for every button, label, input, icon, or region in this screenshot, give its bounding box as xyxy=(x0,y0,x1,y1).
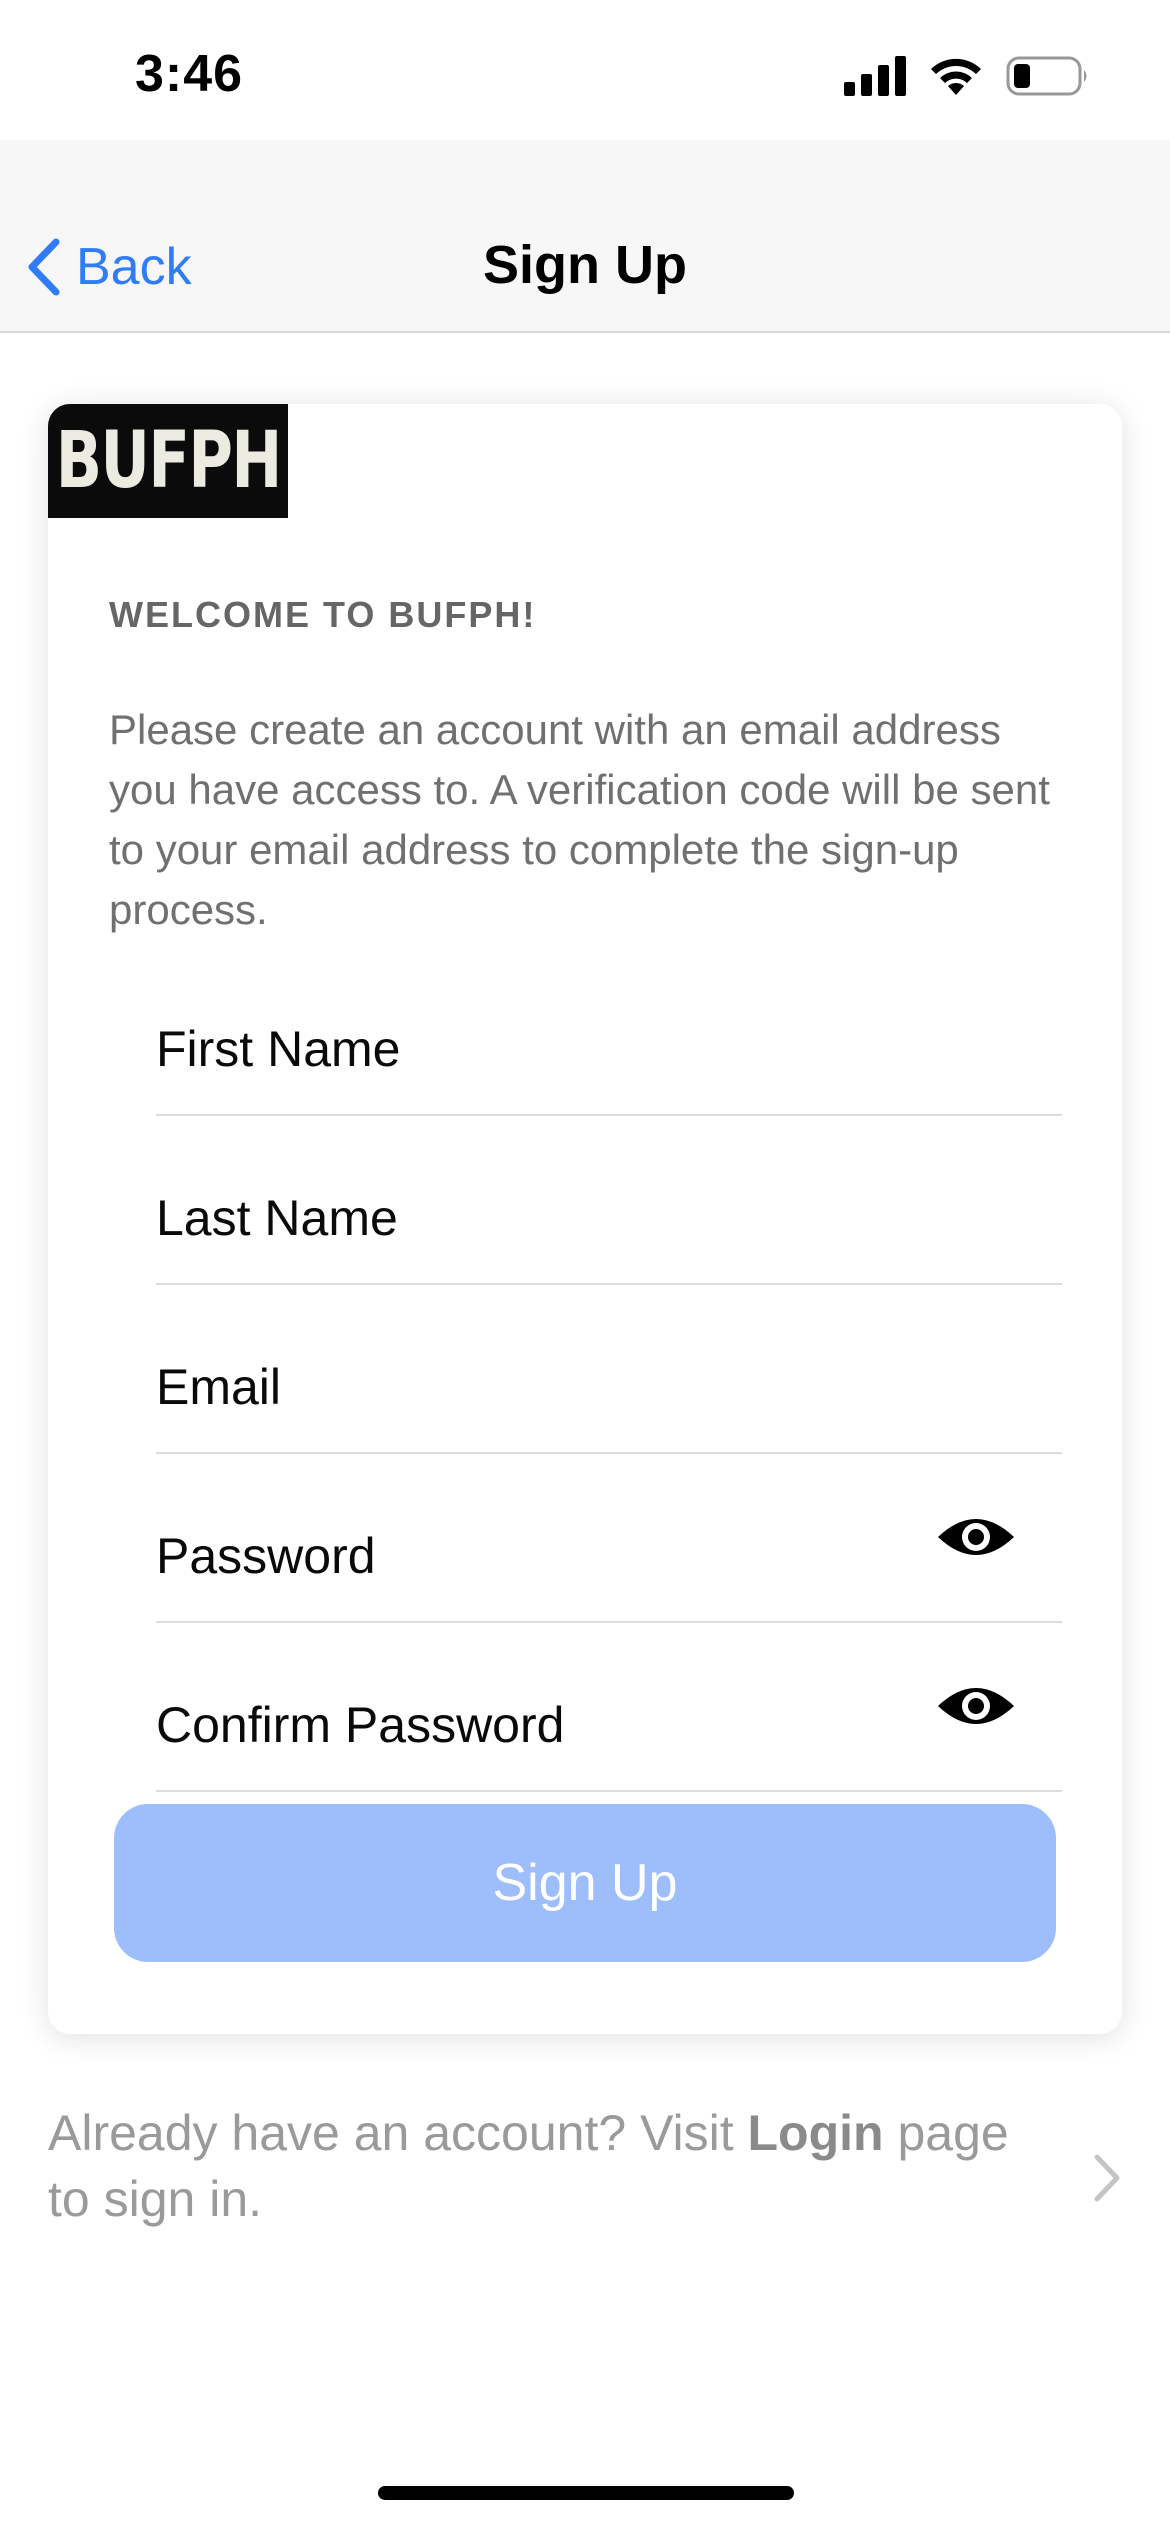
signup-card: BUFPH WELCOME TO BUFPH! Please create an… xyxy=(48,404,1122,2034)
login-prompt-prefix: Already have an account? Visit xyxy=(48,2105,748,2161)
home-indicator xyxy=(378,2486,794,2500)
first-name-field[interactable]: First Name xyxy=(156,946,1062,1116)
login-link-row[interactable]: Already have an account? Visit Login pag… xyxy=(48,2100,1122,2240)
cellular-signal-icon xyxy=(844,56,906,96)
logo: BUFPH xyxy=(48,404,288,518)
navigation-bar: Back Sign Up xyxy=(0,140,1170,333)
sign-up-button-label: Sign Up xyxy=(492,1854,678,1912)
welcome-heading: WELCOME TO BUFPH! xyxy=(109,594,537,635)
eye-icon[interactable] xyxy=(936,1509,1016,1565)
wifi-icon xyxy=(931,58,981,95)
password-field[interactable]: Password xyxy=(156,1453,1062,1623)
last-name-placeholder: Last Name xyxy=(156,1190,398,1246)
status-bar: 3:46 xyxy=(0,0,1170,140)
logo-text: BUFPH xyxy=(55,416,282,506)
confirm-password-field[interactable]: Confirm Password xyxy=(156,1622,1062,1792)
last-name-field[interactable]: Last Name xyxy=(156,1115,1062,1285)
email-placeholder: Email xyxy=(156,1359,282,1415)
confirm-password-placeholder: Confirm Password xyxy=(156,1697,565,1753)
email-field[interactable]: Email xyxy=(156,1284,1062,1454)
battery-icon xyxy=(1006,56,1087,96)
password-placeholder: Password xyxy=(156,1528,376,1584)
chevron-right-icon xyxy=(1094,2154,1120,2202)
first-name-placeholder: First Name xyxy=(156,1021,401,1077)
login-link[interactable]: Login xyxy=(748,2105,884,2161)
status-icons xyxy=(844,54,1090,98)
sign-up-button[interactable]: Sign Up xyxy=(114,1804,1056,1962)
intro-text: Please create an account with an email a… xyxy=(109,706,1050,933)
page-title: Sign Up xyxy=(483,235,687,295)
eye-icon[interactable] xyxy=(936,1678,1016,1734)
status-time: 3:46 xyxy=(135,45,244,103)
login-prompt-text: Already have an account? Visit Login pag… xyxy=(48,2100,1038,2232)
